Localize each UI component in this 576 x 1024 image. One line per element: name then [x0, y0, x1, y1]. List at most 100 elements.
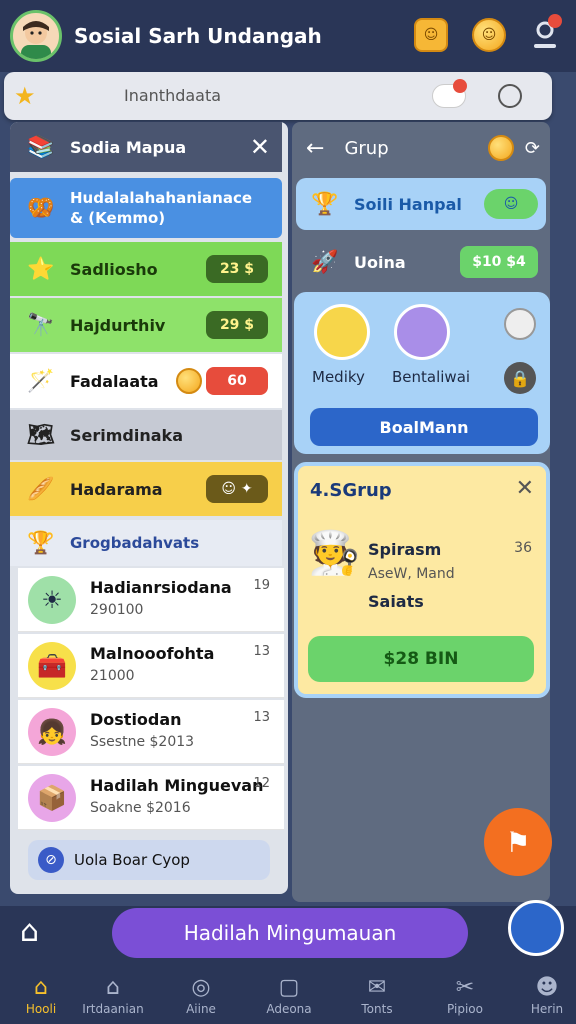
nav-home[interactable]: ⌂ Hooli	[0, 966, 82, 1024]
back-icon[interactable]: ←	[306, 136, 324, 161]
menu-row-4-button[interactable]: 60	[206, 367, 268, 395]
gift-icon[interactable]: ☺	[414, 18, 448, 52]
menu-row-4-label: Fadalaata	[70, 371, 159, 391]
friend-avatar-1[interactable]	[314, 304, 370, 360]
nav-item-2-label: Irtdaanian	[82, 1001, 144, 1016]
group-card-title: 4.SGrup	[310, 480, 392, 501]
trophy-icon: 🏆	[311, 191, 339, 217]
house-icon: ⌂	[106, 974, 120, 1000]
group-join-button[interactable]: $28 BIN	[308, 636, 534, 682]
left-panel-title: Sodia Mapua	[70, 137, 187, 157]
close-icon[interactable]: ✕	[250, 133, 270, 161]
fab-icon[interactable]: ⚑	[484, 808, 552, 876]
section-title: Grogbadahvats	[70, 534, 200, 552]
nav-item-7-label: Herin	[530, 1001, 564, 1016]
menu-row-6-badge: ☺ ✦	[206, 475, 268, 503]
left-panel-header: 📚 Sodia Mapua ✕	[10, 122, 282, 172]
menu-row-4[interactable]: 🪄 Fadalaata 60	[10, 354, 282, 408]
menu-row-5[interactable]: 🗺 Serimdinaka	[10, 410, 282, 460]
map-icon: 🗺	[27, 422, 55, 448]
rocket-icon: 🚀	[311, 249, 339, 275]
nav-item-3-label: Aiine	[186, 1001, 216, 1016]
friend-avatar-2[interactable]	[394, 304, 450, 360]
group-card-sub2: Saiats	[368, 592, 424, 611]
close-icon[interactable]: ✕	[516, 476, 534, 501]
group-card-sub: AseW, Mand	[368, 566, 455, 582]
list-item[interactable]: 🧰 Malnooofohta 21000 13	[18, 634, 284, 698]
list-item-num: 13	[253, 710, 270, 725]
coin-icon	[488, 135, 514, 161]
footer-button[interactable]: ⊘ Uola Boar Cyop	[28, 840, 270, 880]
group-card-num: 36	[514, 540, 532, 556]
list-item-sub: 290100	[90, 602, 144, 618]
profile-avatar[interactable]	[10, 10, 62, 62]
tools-icon: ✂	[455, 974, 475, 1000]
nav-item-3[interactable]: ◎ Aiine	[160, 966, 242, 1024]
toggle-switch[interactable]	[432, 79, 467, 108]
nav-home-label: Hooli	[25, 1001, 57, 1016]
section-header: 🏆 Grogbadahvats	[10, 520, 282, 566]
right-panel-header: ← Grup ⟳	[292, 122, 550, 174]
list-item-title: Malnooofohta	[90, 644, 215, 663]
bread-icon: 🥖	[27, 476, 55, 502]
menu-row-1[interactable]: 🥨 Hudalalahahanianace & (Kemmo)	[10, 178, 282, 238]
lens-icon: 🔭	[27, 312, 55, 338]
chat-coin-icon[interactable]: ☺	[484, 189, 538, 219]
friends-card-button-label: BoalMann	[379, 417, 469, 437]
refresh-icon[interactable]: ⟳	[525, 138, 540, 159]
menu-row-6-label: Hadarama	[70, 479, 163, 499]
nav-item-2[interactable]: ⌂ Irtdaanian	[72, 966, 154, 1024]
chef-icon: 🧑‍🍳	[308, 528, 361, 577]
friends-card: Mediky Bentaliwai 🔒 BoalMann	[294, 292, 550, 454]
star-icon: ★	[14, 82, 36, 110]
right-row-1-label: Soili Hanpal	[354, 194, 462, 214]
nav-item-4[interactable]: ▢ Adeona	[248, 966, 330, 1024]
bottom-nav: ⌂ Hooli ⌂ Irtdaanian ◎ Aiine ▢ Adeona ✉ Tonts…	[0, 966, 576, 1024]
right-panel-title: Grup	[344, 137, 389, 159]
menu-row-3[interactable]: 🔭 Hajdurthiv 29 $	[10, 298, 282, 352]
list-item-num: 13	[253, 644, 270, 659]
trophy-icon: 🏆	[27, 530, 55, 556]
menu-row-6[interactable]: 🥖 Hadarama ☺ ✦	[10, 462, 282, 516]
nav-item-5[interactable]: ✉ Tonts	[336, 966, 418, 1024]
menu-row-2[interactable]: ⭐ Sadliosho 23 $	[10, 242, 282, 296]
cta-button[interactable]: Hadilah Mingumauan	[112, 908, 468, 958]
search-icon[interactable]	[508, 900, 564, 956]
search-input[interactable]: Inanthdaata	[124, 86, 221, 105]
list-item[interactable]: ☀ Hadianrsiodana 290100 19	[18, 568, 284, 632]
friend-name-2: Bentaliwai	[392, 368, 471, 386]
home-icon[interactable]: ⌂	[20, 914, 39, 949]
footer-button-label: Uola Boar Cyop	[74, 851, 190, 869]
right-row-2-value[interactable]: $10 $4	[460, 246, 538, 278]
right-row-1[interactable]: 🏆 Soili Hanpal ☺	[296, 178, 546, 230]
add-friend-icon[interactable]	[504, 308, 536, 340]
lock-icon[interactable]: 🔒	[504, 362, 536, 394]
friend-name-1: Mediky	[312, 368, 365, 386]
left-panel: 📚 Sodia Mapua ✕ 🥨 Hudalalahahanianace & …	[10, 122, 288, 894]
search-bar[interactable]	[4, 72, 552, 120]
group-card: 4.SGrup ✕ 🧑‍🍳 Spirasm 36 AseW, Mand Saia…	[294, 462, 550, 698]
nav-item-6-label: Pipioo	[447, 1001, 483, 1016]
right-panel: ← Grup ⟳ 🏆 Soili Hanpal ☺ 🚀 Uoina $10 $4…	[292, 122, 550, 902]
menu-row-2-label: Sadliosho	[70, 259, 158, 279]
wand-icon: 🪄	[27, 368, 55, 394]
frame-icon: ▢	[278, 974, 300, 1000]
compass-icon: ⊘	[38, 847, 64, 873]
menu-row-3-label: Hajdurthiv	[70, 315, 166, 335]
nav-item-4-label: Adeona	[266, 1001, 312, 1016]
nav-item-6[interactable]: ✂ Pipioo	[424, 966, 506, 1024]
user-icon[interactable]	[530, 14, 562, 52]
list-item-title: Dostiodan	[90, 710, 182, 729]
list-item-num: 19	[253, 578, 270, 593]
right-row-2[interactable]: 🚀 Uoina $10 $4	[296, 236, 546, 288]
nav-item-7[interactable]: ☻ Herin	[506, 966, 576, 1024]
right-row-2-label: Uoina	[354, 252, 406, 272]
list-item[interactable]: 📦 Hadilah Minguevan Soakne $2016 12	[18, 766, 284, 830]
friends-card-button[interactable]: BoalMann	[310, 408, 538, 446]
books-icon: 📚	[27, 134, 55, 160]
settings-icon[interactable]	[498, 84, 522, 108]
list-item[interactable]: 👧 Dostiodan Ssestne $2013 13	[18, 700, 284, 764]
group-join-button-label: $28 BIN	[383, 649, 459, 669]
leaf-icon: 🥨	[27, 195, 55, 221]
coin-icon[interactable]: ☺	[472, 18, 506, 52]
